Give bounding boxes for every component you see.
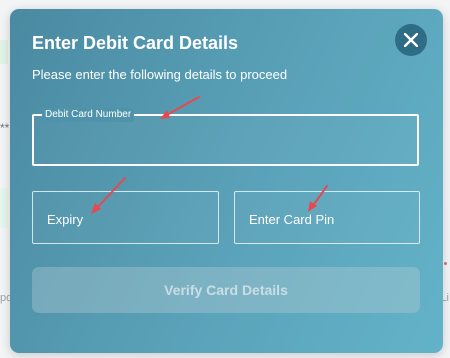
background-text-fragment: ** bbox=[0, 121, 10, 135]
modal-title: Enter Debit Card Details bbox=[32, 33, 239, 53]
expiry-field[interactable] bbox=[32, 191, 219, 244]
close-button[interactable] bbox=[395, 24, 427, 56]
background-dot bbox=[444, 262, 447, 265]
background-highlight bbox=[0, 188, 8, 228]
background-highlight bbox=[0, 40, 8, 64]
debit-card-modal: Enter Debit Card Details Please enter th… bbox=[10, 9, 443, 353]
card-pin-input[interactable] bbox=[247, 207, 411, 231]
card-number-input[interactable] bbox=[42, 130, 406, 154]
close-icon bbox=[404, 33, 418, 47]
card-number-label: Debit Card Number bbox=[42, 108, 135, 122]
expiry-input[interactable] bbox=[45, 207, 209, 231]
verify-card-details-button[interactable]: Verify Card Details bbox=[32, 267, 420, 313]
modal-subtitle: Please enter the following details to pr… bbox=[32, 67, 288, 82]
card-pin-field[interactable] bbox=[234, 191, 420, 244]
card-number-field[interactable]: Debit Card Number bbox=[32, 108, 419, 166]
